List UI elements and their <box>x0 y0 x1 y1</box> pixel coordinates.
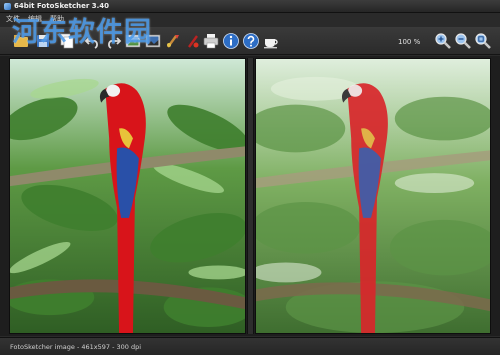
zoom-fit-icon[interactable] <box>474 32 492 50</box>
watermark-logo: 河东软件园 <box>12 17 152 48</box>
print-icon[interactable] <box>202 32 220 50</box>
coffee-icon[interactable] <box>262 32 280 50</box>
zoom-out-icon[interactable] <box>454 32 472 50</box>
window-title: 64bit FotoSketcher 3.40 <box>14 2 110 10</box>
original-image-pane[interactable] <box>9 58 246 334</box>
sketch-image-pane[interactable] <box>255 58 491 334</box>
original-parrot-photo <box>10 59 245 333</box>
brush-icon[interactable] <box>164 32 182 50</box>
status-text: FotoSketcher image - 461x597 - 300 dpi <box>10 342 142 351</box>
zoom-level: 100 % <box>398 38 421 46</box>
zoom-in-icon[interactable] <box>434 32 452 50</box>
painted-parrot-sketch <box>256 59 490 333</box>
workspace <box>0 56 500 336</box>
status-bar: FotoSketcher image - 461x597 - 300 dpi <box>0 337 500 355</box>
info-icon[interactable] <box>222 32 240 50</box>
help-icon[interactable] <box>242 32 260 50</box>
paint-icon[interactable] <box>184 32 202 50</box>
app-icon <box>4 2 11 10</box>
pane-splitter[interactable] <box>247 58 254 334</box>
